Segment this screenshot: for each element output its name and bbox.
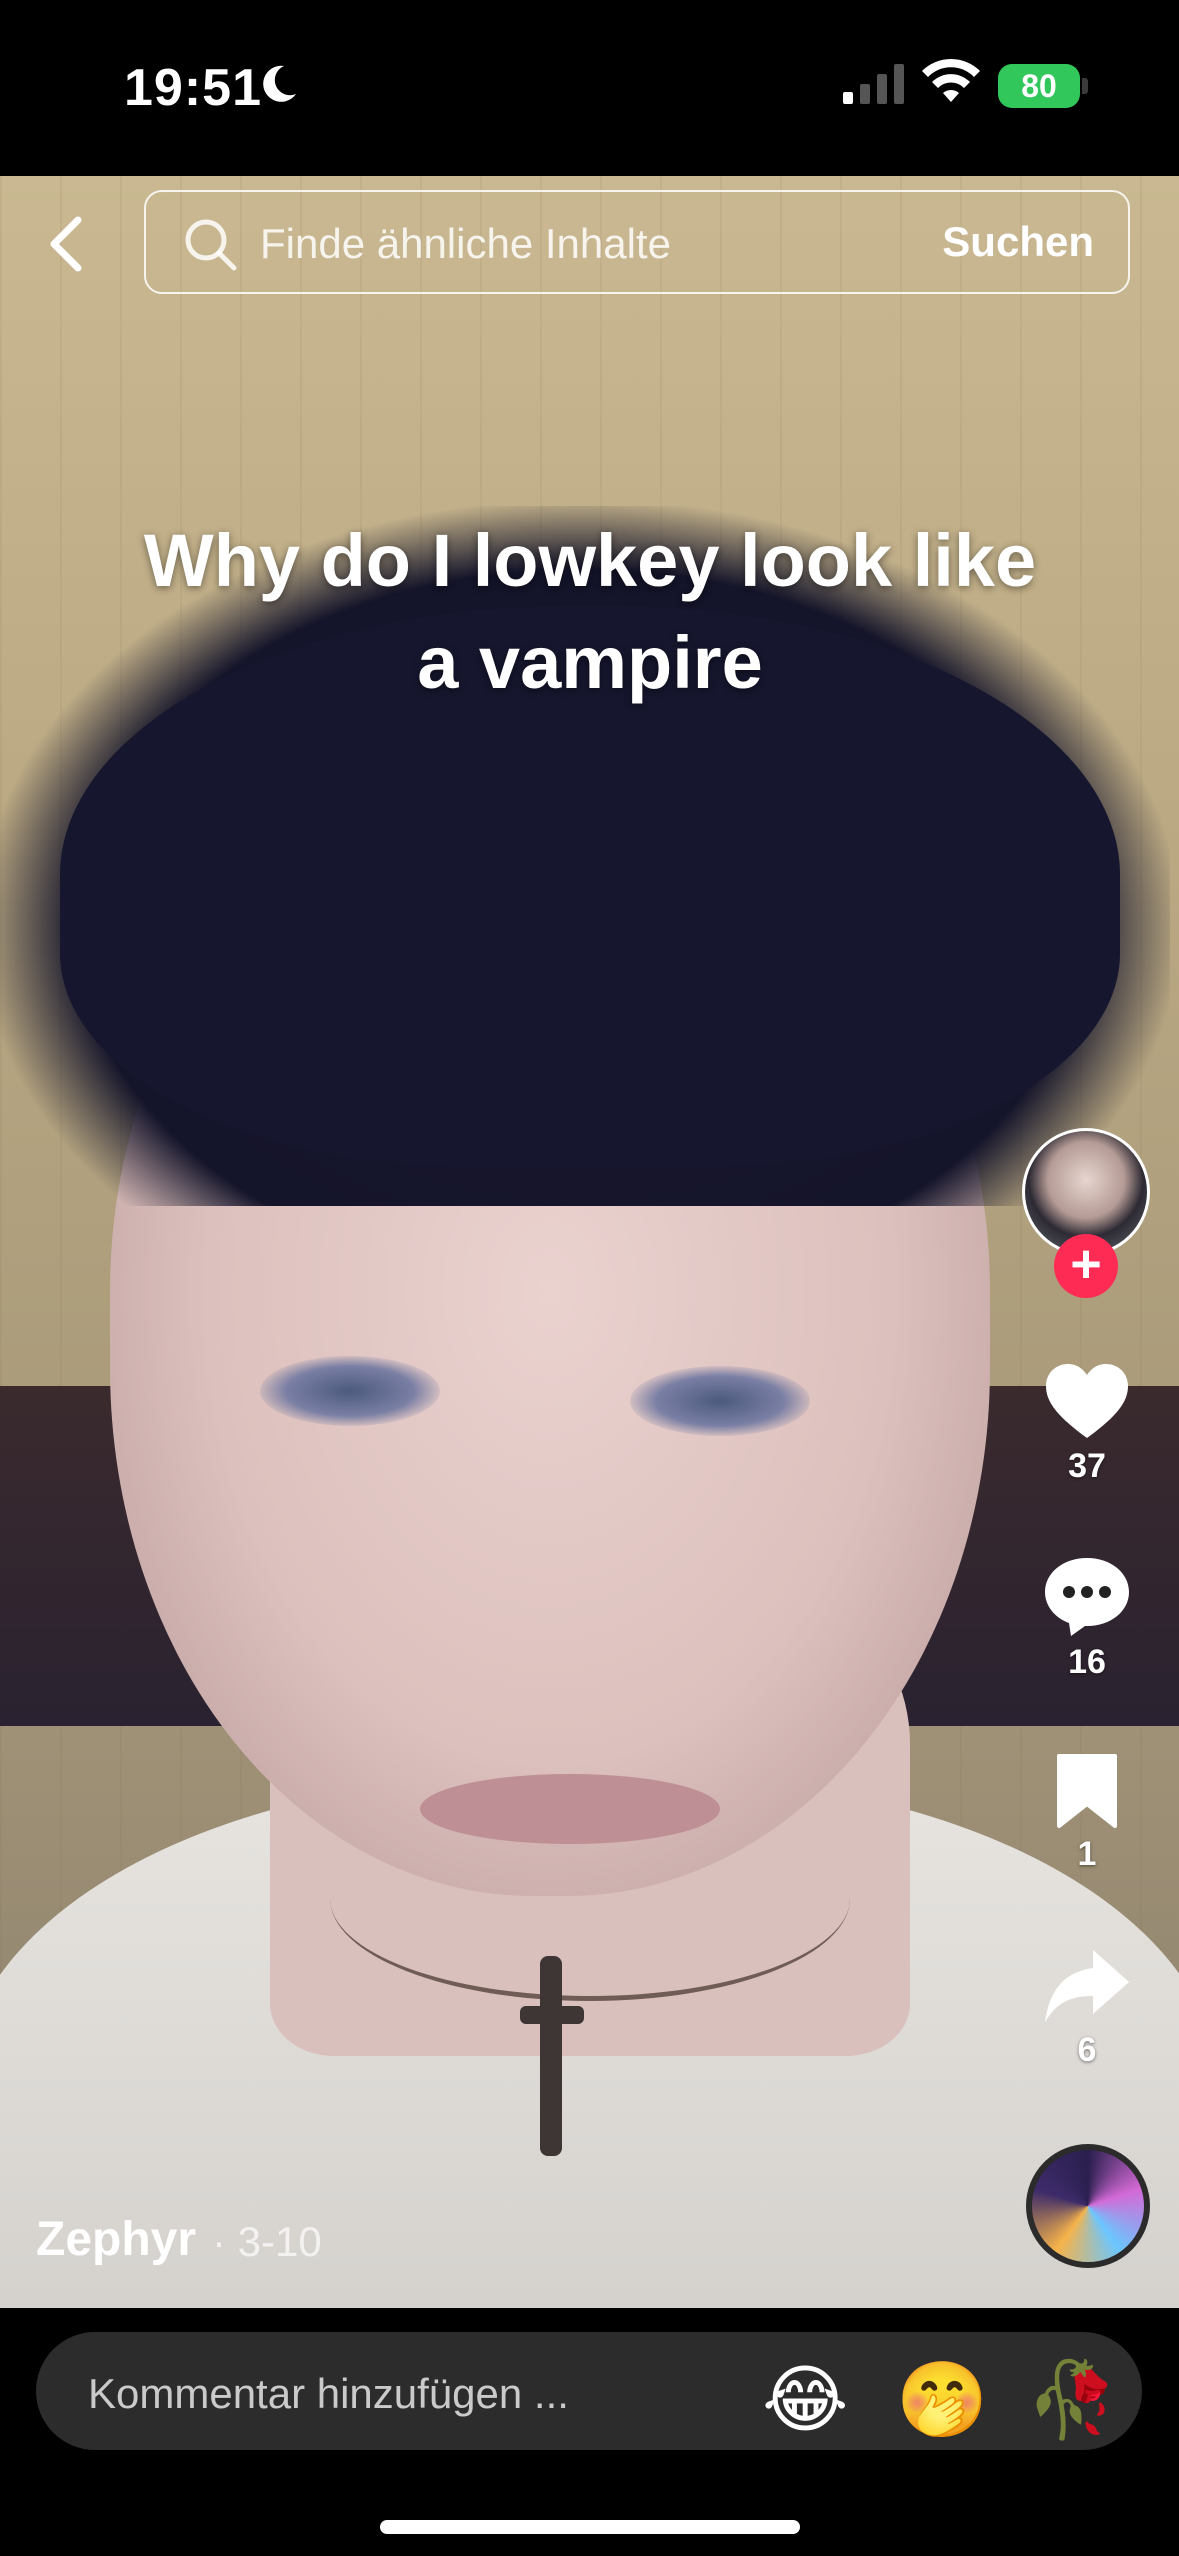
clock: 19:51	[124, 59, 262, 117]
bookmark-button[interactable]: 1	[1010, 1752, 1164, 1874]
necklace	[330, 1796, 850, 2001]
search-button[interactable]: Suchen	[942, 218, 1094, 266]
search-input[interactable]: Finde ähnliche Inhalte	[260, 220, 671, 268]
share-count: 6	[1077, 2031, 1097, 2069]
share-button[interactable]: 6	[1010, 1946, 1164, 2070]
cross-pendant	[540, 1956, 562, 2156]
music-disc-icon[interactable]	[1026, 2144, 1150, 2268]
battery-tip	[1082, 78, 1088, 94]
share-arrow-icon	[1045, 1950, 1129, 2022]
search-icon	[185, 219, 237, 271]
wifi-icon	[922, 58, 980, 102]
back-arrow-icon[interactable]	[40, 212, 96, 276]
comment-button[interactable]: 16	[1010, 1556, 1164, 1682]
comment-bubble-icon	[1045, 1558, 1129, 1636]
left-eye	[260, 1356, 440, 1426]
emoji-wilted-rose-button[interactable]: 🥀	[1026, 2360, 1118, 2440]
comment-count: 16	[1068, 1643, 1106, 1681]
cellular-signal-icon	[843, 64, 904, 104]
moon-icon	[263, 65, 296, 102]
status-bar: 19:51 80	[0, 0, 1179, 176]
bookmark-count: 1	[1077, 1835, 1097, 1873]
battery-indicator: 80	[998, 64, 1080, 108]
search-bar[interactable]: Finde ähnliche Inhalte Suchen	[144, 190, 1130, 294]
right-eye	[630, 1366, 810, 1436]
author-name[interactable]: Zephyr	[36, 2212, 196, 2267]
emoji-laughing-button[interactable]: 😂	[762, 2360, 848, 2440]
follow-plus-button[interactable]: +	[1054, 1234, 1118, 1298]
emoji-giggle-button[interactable]: 🤭	[896, 2360, 988, 2440]
home-indicator[interactable]	[380, 2520, 800, 2534]
like-button[interactable]: 37	[1010, 1362, 1164, 1486]
cross-pendant-bar	[520, 2006, 584, 2024]
comment-placeholder: Kommentar hinzufügen ...	[88, 2370, 569, 2417]
video-caption: Why do I lowkey look like a vampire	[143, 519, 1037, 704]
video-player[interactable]	[0, 176, 1179, 2308]
heart-icon	[1046, 1364, 1128, 1438]
comment-input[interactable]: Kommentar hinzufügen ... 😂 🤭 🥀	[36, 2332, 1142, 2450]
post-date: · 3-10	[212, 2218, 322, 2265]
comment-bar: Kommentar hinzufügen ... 😂 🤭 🥀	[0, 2308, 1179, 2556]
like-count: 37	[1068, 1447, 1106, 1485]
bookmark-icon	[1057, 1754, 1117, 1828]
